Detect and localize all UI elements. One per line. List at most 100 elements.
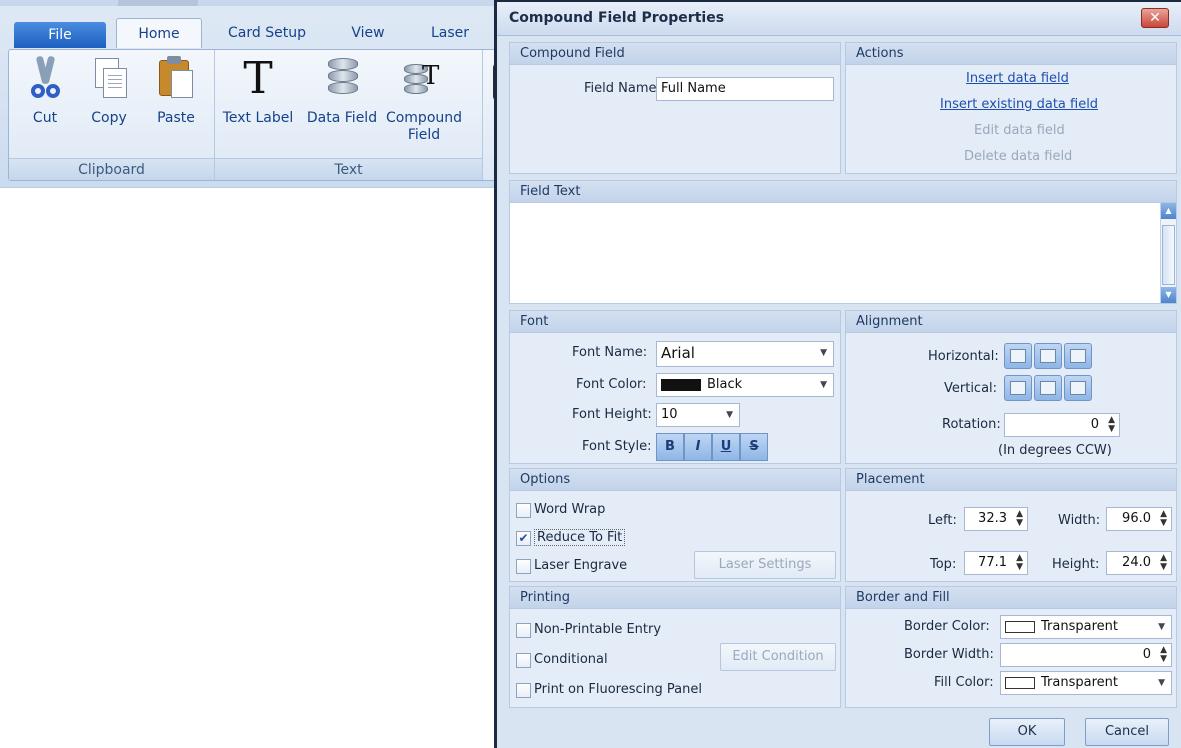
laser-engrave-checkbox[interactable] (516, 559, 531, 574)
cancel-button[interactable]: Cancel (1085, 718, 1169, 746)
width-label: Width: (1058, 513, 1101, 528)
delete-data-field-link[interactable]: Delete data field (964, 149, 1072, 164)
align-left-icon[interactable] (1004, 343, 1032, 369)
laser-engrave-label[interactable]: Laser Engrave (534, 558, 627, 573)
compound-field-header: Compound Field (510, 43, 840, 65)
spinner-arrows-icon[interactable]: ▲ ▼ (1160, 510, 1167, 528)
paste-icon (155, 54, 197, 104)
actions-panel: Actions Insert data field Insert existin… (845, 42, 1177, 174)
options-header: Options (510, 469, 840, 491)
reduce-to-fit-checkbox[interactable]: ✔ (516, 531, 531, 546)
spinner-arrows-icon[interactable]: ▲ ▼ (1016, 510, 1023, 528)
height-spinner[interactable]: 24.0 ▲ ▼ (1106, 551, 1172, 575)
fill-color-combo[interactable]: Transparent ▼ (1000, 671, 1172, 695)
border-color-swatch (1005, 620, 1035, 633)
font-style-label: Font Style: (582, 439, 652, 454)
field-text-scrollbar[interactable]: ▲ ▼ (1160, 203, 1176, 303)
text-label-button[interactable]: T Text Label (217, 54, 299, 127)
font-color-combo[interactable]: Black ▼ (656, 373, 834, 397)
close-button[interactable]: ✕ (1141, 8, 1169, 28)
italic-button[interactable]: I (684, 433, 712, 461)
word-wrap-label[interactable]: Word Wrap (534, 502, 605, 517)
compound-field-label-line1: Compound (385, 110, 463, 126)
tab-card-setup[interactable]: Card Setup (220, 18, 314, 48)
font-name-combo[interactable]: Arial ▼ (656, 341, 834, 367)
word-wrap-checkbox[interactable] (516, 503, 531, 518)
font-name-value: Arial (661, 344, 695, 362)
scroll-thumb[interactable] (1162, 225, 1175, 285)
paste-label: Paste (157, 110, 195, 126)
cut-button[interactable]: Cut (19, 54, 71, 127)
left-label: Left: (928, 513, 957, 528)
data-field-button[interactable]: Data Field (301, 54, 383, 127)
scroll-up-icon[interactable]: ▲ (1161, 203, 1176, 219)
strikethrough-button[interactable]: S (740, 433, 768, 461)
tab-view[interactable]: View (340, 18, 396, 48)
close-icon: ✕ (1149, 10, 1161, 26)
placement-panel: Placement Left: 32.3 ▲ ▼ Width: 96.0 ▲ ▼ T… (845, 468, 1177, 582)
left-spinner[interactable]: 32.3 ▲ ▼ (964, 507, 1028, 531)
top-spinner[interactable]: 77.1 ▲ ▼ (964, 551, 1028, 575)
bold-button[interactable]: B (656, 433, 684, 461)
rotation-spinner[interactable]: 0 ▲ ▼ (1004, 413, 1120, 437)
insert-data-field-link[interactable]: Insert data field (966, 71, 1069, 86)
fill-color-label: Fill Color: (934, 675, 994, 690)
align-top-icon[interactable] (1004, 375, 1032, 401)
font-color-swatch (661, 378, 701, 391)
placement-header: Placement (846, 469, 1176, 491)
non-printable-label[interactable]: Non-Printable Entry (534, 622, 661, 637)
align-center-icon[interactable] (1034, 343, 1062, 369)
edit-data-field-link[interactable]: Edit data field (974, 123, 1065, 138)
compound-field-label-line2: Field (407, 127, 441, 143)
paste-button[interactable]: Paste (147, 54, 205, 127)
tab-file[interactable]: File (14, 22, 106, 48)
conditional-checkbox[interactable] (516, 653, 531, 668)
chevron-down-icon: ▼ (820, 348, 827, 358)
fluorescing-label[interactable]: Print on Fluorescing Panel (534, 682, 702, 697)
clipboard-group-label: Clipboard (9, 158, 214, 180)
reduce-to-fit-label[interactable]: Reduce To Fit (534, 529, 626, 546)
width-value: 96.0 (1122, 511, 1151, 526)
border-width-label: Border Width: (904, 647, 994, 662)
dialog-title: Compound Field Properties (509, 10, 725, 26)
border-width-spinner[interactable]: 0 ▲ ▼ (1000, 643, 1172, 667)
compound-field-button[interactable]: T Compound Field (383, 54, 465, 144)
text-group-label: Text (215, 158, 482, 180)
width-spinner[interactable]: 96.0 ▲ ▼ (1106, 507, 1172, 531)
field-text-area[interactable] (510, 203, 1176, 303)
edit-condition-button[interactable]: Edit Condition (720, 643, 836, 671)
align-middle-icon[interactable] (1034, 375, 1062, 401)
align-bottom-icon[interactable] (1064, 375, 1092, 401)
conditional-label[interactable]: Conditional (534, 652, 608, 667)
copy-button[interactable]: Copy (81, 54, 137, 127)
fluorescing-checkbox[interactable] (516, 683, 531, 698)
laser-settings-button[interactable]: Laser Settings (694, 551, 836, 579)
font-color-label: Font Color: (576, 377, 647, 392)
copy-label: Copy (91, 110, 127, 126)
spinner-arrows-icon[interactable]: ▲ ▼ (1016, 554, 1023, 572)
height-label: Height: (1052, 557, 1100, 572)
font-height-combo[interactable]: 10 ▼ (656, 403, 740, 427)
spinner-arrows-icon[interactable]: ▲ ▼ (1160, 646, 1167, 664)
tab-laser[interactable]: Laser (420, 18, 480, 48)
ok-button[interactable]: OK (989, 718, 1065, 746)
horizontal-label: Horizontal: (928, 349, 999, 364)
underline-button[interactable]: U (712, 433, 740, 461)
cut-label: Cut (32, 110, 58, 126)
align-right-icon[interactable] (1064, 343, 1092, 369)
rotation-note: (In degrees CCW) (998, 443, 1112, 458)
insert-existing-data-field-link[interactable]: Insert existing data field (940, 97, 1098, 112)
chevron-down-icon: ▼ (1158, 622, 1165, 632)
tab-home[interactable]: Home (116, 18, 202, 48)
font-name-label: Font Name: (572, 345, 648, 360)
spinner-arrows-icon[interactable]: ▲ ▼ (1160, 554, 1167, 572)
checkmark-icon: ✔ (518, 531, 529, 545)
field-name-input[interactable]: Full Name (656, 77, 834, 101)
non-printable-checkbox[interactable] (516, 623, 531, 638)
dialog-titlebar[interactable]: Compound Field Properties ✕ (497, 2, 1181, 36)
border-color-combo[interactable]: Transparent ▼ (1000, 615, 1172, 639)
spinner-arrows-icon[interactable]: ▲ ▼ (1108, 416, 1115, 434)
scroll-down-icon[interactable]: ▼ (1161, 287, 1176, 303)
chevron-down-icon: ▼ (820, 380, 827, 390)
text-group: T Text Label Data Field T Compound Field… (215, 50, 483, 180)
